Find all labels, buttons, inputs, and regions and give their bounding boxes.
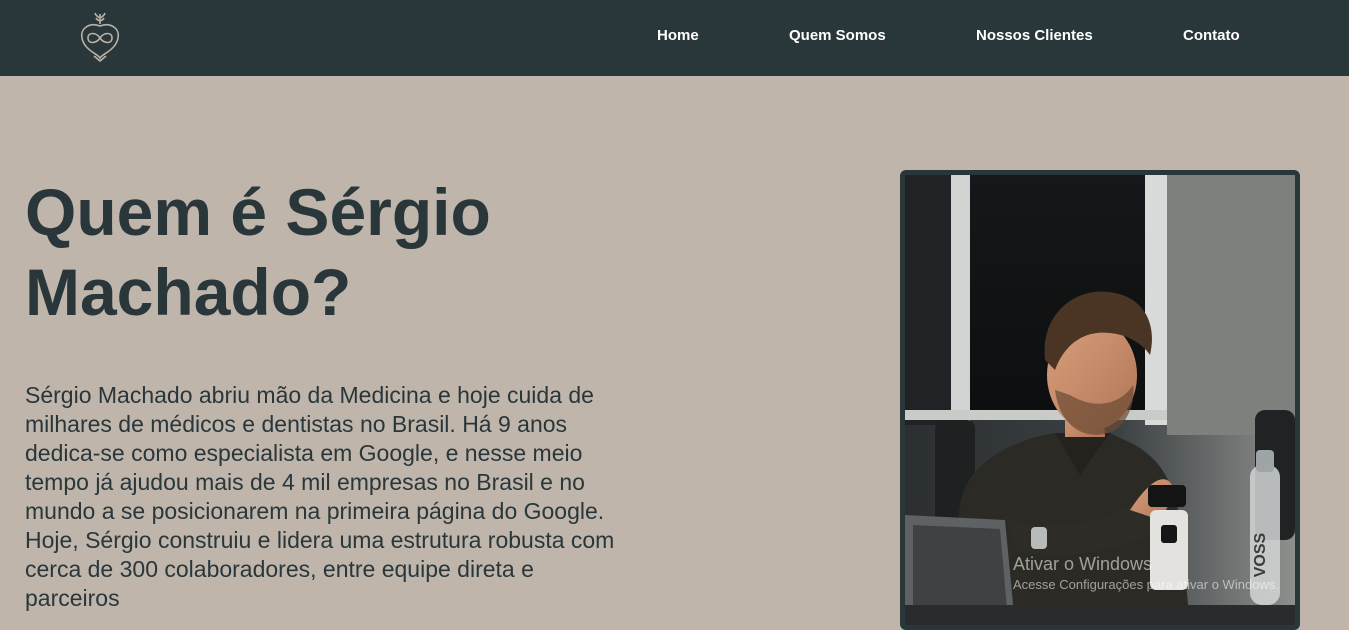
- nav-link-nossos-clientes[interactable]: Nossos Clientes: [976, 27, 1093, 45]
- windows-activation-watermark: Ativar o Windows Acesse Configurações pa…: [1013, 553, 1333, 593]
- watermark-subtitle: Acesse Configurações para ativar o Windo…: [1013, 577, 1279, 592]
- navbar: Home Quem Somos Nossos Clientes Contato: [0, 0, 1349, 76]
- bio-paragraph: Sérgio Machado abriu mão da Medicina e h…: [25, 382, 615, 611]
- nav-link-contato[interactable]: Contato: [1183, 27, 1240, 45]
- nav-link-quem-somos[interactable]: Quem Somos: [789, 27, 886, 45]
- page-title: Quem é Sérgio Machado?: [25, 175, 491, 329]
- nav-link-home[interactable]: Home: [657, 27, 699, 45]
- brand-logo-icon[interactable]: [78, 10, 122, 62]
- watermark-title: Ativar o Windows: [1013, 554, 1153, 574]
